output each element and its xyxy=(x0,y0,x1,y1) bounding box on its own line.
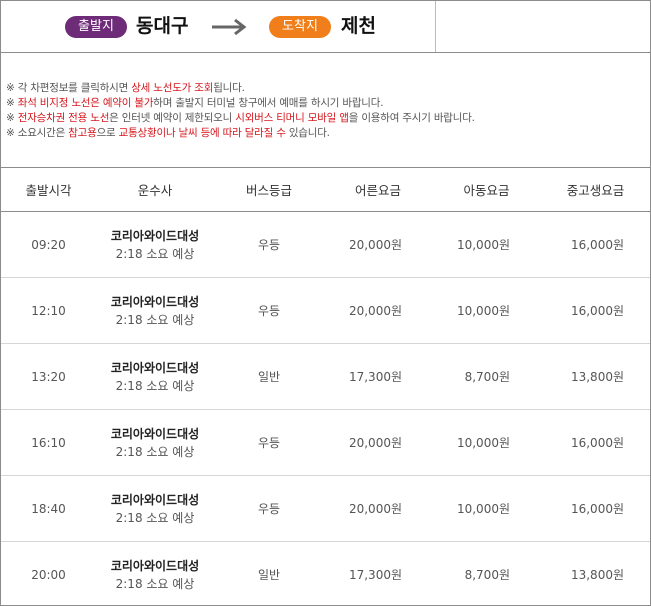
estimated-duration: 2:18 소요 예상 xyxy=(115,576,195,591)
arrival-badge: 도착지 xyxy=(269,16,331,38)
header-child-fare: 아동요금 xyxy=(463,183,510,198)
adult-fare: 20,000원 xyxy=(348,436,402,450)
table-row[interactable]: 12:10 코리아와이드대성 2:18 소요 예상 우등 20,000원 10,000원 1… xyxy=(1,278,650,344)
notice-text: 됩니다. xyxy=(213,82,245,94)
header-bus-grade: 버스등급 xyxy=(245,183,292,198)
bus-grade: 우등 xyxy=(257,304,281,318)
schedule-table: 출발시각 운수사 버스등급 어른요금 아동요금 중고생요금 09:20 코리아와이… xyxy=(1,167,650,605)
notice-highlight: 상세 노선도가 조회 xyxy=(131,82,214,94)
company-cell: 코리아와이드대성 2:18 소요 예상 xyxy=(96,491,214,527)
notice-text: 은 인터넷 예약이 제한되오니 xyxy=(109,112,236,124)
adult-fare: 20,000원 xyxy=(348,502,402,516)
company-cell: 코리아와이드대성 2:18 소요 예상 xyxy=(96,425,214,461)
notice-text: ※ 각 차편정보를 클릭하시면 xyxy=(6,82,132,94)
notice-list: ※ 각 차편정보를 클릭하시면 상세 노선도가 조회됩니다. ※ 좌석 비지정 노… xyxy=(6,81,646,141)
notice-highlight: 교통상황이나 날씨 등에 따라 달라질 수 xyxy=(118,127,286,139)
table-row[interactable]: 18:40 코리아와이드대성 2:18 소요 예상 우등 20,000원 10,000원 1… xyxy=(1,476,650,542)
notice-text: 있습니다. xyxy=(285,127,330,139)
right-arrow-icon xyxy=(212,18,247,36)
departure-time: 12:10 xyxy=(31,303,66,318)
child-fare: 10,000원 xyxy=(456,502,510,516)
header-company: 운수사 xyxy=(137,183,173,198)
estimated-duration: 2:18 소요 예상 xyxy=(115,378,195,393)
student-fare: 13,800원 xyxy=(570,370,624,384)
adult-fare: 20,000원 xyxy=(348,238,402,252)
company-name: 코리아와이드대성 xyxy=(110,294,200,309)
notice-line: ※ 각 차편정보를 클릭하시면 상세 노선도가 조회됩니다. xyxy=(6,81,646,96)
company-name: 코리아와이드대성 xyxy=(110,228,200,243)
notice-text: 으로 xyxy=(96,127,119,139)
departure-badge: 출발지 xyxy=(65,16,127,38)
arrival-city: 제천 xyxy=(341,15,376,37)
notice-text: 하며 출발지 터미널 창구에서 예매를 하시기 바랍니다. xyxy=(153,97,384,109)
estimated-duration: 2:18 소요 예상 xyxy=(115,444,195,459)
bus-grade: 우등 xyxy=(257,502,281,516)
notice-text: ※ 소요시간은 xyxy=(6,127,69,139)
table-row[interactable]: 09:20 코리아와이드대성 2:18 소요 예상 우등 20,000원 10,000원 1… xyxy=(1,212,650,278)
bus-grade: 우등 xyxy=(257,436,281,450)
bus-grade: 일반 xyxy=(257,370,281,384)
header-adult-fare: 어른요금 xyxy=(354,183,401,198)
estimated-duration: 2:18 소요 예상 xyxy=(115,312,195,327)
notice-text: ※ xyxy=(6,112,18,124)
departure-time: 16:10 xyxy=(31,435,66,450)
bus-grade: 우등 xyxy=(257,238,281,252)
child-fare: 8,700원 xyxy=(464,568,510,582)
adult-fare: 20,000원 xyxy=(348,304,402,318)
adult-fare: 17,300원 xyxy=(348,568,402,582)
departure-city: 동대구 xyxy=(136,15,189,37)
table-row[interactable]: 13:20 코리아와이드대성 2:18 소요 예상 일반 17,300원 8,700원 13… xyxy=(1,344,650,410)
departure-time: 20:00 xyxy=(31,567,66,582)
notice-highlight: 좌석 비지정 노선은 예약이 불가 xyxy=(17,97,154,109)
company-name: 코리아와이드대성 xyxy=(110,360,200,375)
header-student-fare: 중고생요금 xyxy=(566,183,625,198)
departure-time: 13:20 xyxy=(31,369,66,384)
table-body: 09:20 코리아와이드대성 2:18 소요 예상 우등 20,000원 10,000원 1… xyxy=(1,212,650,605)
notice-line: ※ 전자승차권 전용 노선은 인터넷 예약이 제한되오니 시외버스 티머니 모바… xyxy=(6,111,646,126)
company-cell: 코리아와이드대성 2:18 소요 예상 xyxy=(96,557,214,593)
bus-schedule-panel: 출발지 동대구 도착지 제천 ※ 각 차편정보를 클릭하시면 상세 노선도가 조… xyxy=(0,0,651,606)
adult-fare: 17,300원 xyxy=(348,370,402,384)
student-fare: 13,800원 xyxy=(570,568,624,582)
route-header: 출발지 동대구 도착지 제천 xyxy=(1,1,650,53)
estimated-duration: 2:18 소요 예상 xyxy=(115,510,195,525)
company-cell: 코리아와이드대성 2:18 소요 예상 xyxy=(96,293,214,329)
company-name: 코리아와이드대성 xyxy=(110,492,200,507)
header-divider xyxy=(435,1,436,52)
student-fare: 16,000원 xyxy=(570,436,624,450)
child-fare: 10,000원 xyxy=(456,436,510,450)
notice-highlight: 시외버스 티머니 모바일 앱 xyxy=(235,112,349,124)
company-cell: 코리아와이드대성 2:18 소요 예상 xyxy=(96,227,214,263)
notice-line: ※ 좌석 비지정 노선은 예약이 불가하며 출발지 터미널 창구에서 예매를 하… xyxy=(6,96,646,111)
departure-time: 09:20 xyxy=(31,237,66,252)
company-cell: 코리아와이드대성 2:18 소요 예상 xyxy=(96,359,214,395)
notice-highlight: 전자승차권 전용 노선 xyxy=(17,112,110,124)
company-name: 코리아와이드대성 xyxy=(110,558,200,573)
estimated-duration: 2:18 소요 예상 xyxy=(115,246,195,261)
notice-text: 을 이용하여 주시기 바랍니다. xyxy=(348,112,475,124)
table-row[interactable]: 20:00 코리아와이드대성 2:18 소요 예상 일반 17,300원 8,700원 13… xyxy=(1,542,650,605)
table-row[interactable]: 16:10 코리아와이드대성 2:18 소요 예상 우등 20,000원 10,000원 1… xyxy=(1,410,650,476)
header-departure-time: 출발시각 xyxy=(25,183,72,198)
table-header: 출발시각 운수사 버스등급 어른요금 아동요금 중고생요금 xyxy=(1,168,650,212)
departure-time: 18:40 xyxy=(31,501,66,516)
notice-line: ※ 소요시간은 참고용으로 교통상황이나 날씨 등에 따라 달라질 수 있습니다… xyxy=(6,126,646,141)
student-fare: 16,000원 xyxy=(570,238,624,252)
child-fare: 10,000원 xyxy=(456,238,510,252)
child-fare: 10,000원 xyxy=(456,304,510,318)
company-name: 코리아와이드대성 xyxy=(110,426,200,441)
student-fare: 16,000원 xyxy=(570,502,624,516)
student-fare: 16,000원 xyxy=(570,304,624,318)
bus-grade: 일반 xyxy=(257,568,281,582)
child-fare: 8,700원 xyxy=(464,370,510,384)
notice-text: ※ xyxy=(6,97,18,109)
notice-highlight: 참고용 xyxy=(68,127,97,139)
